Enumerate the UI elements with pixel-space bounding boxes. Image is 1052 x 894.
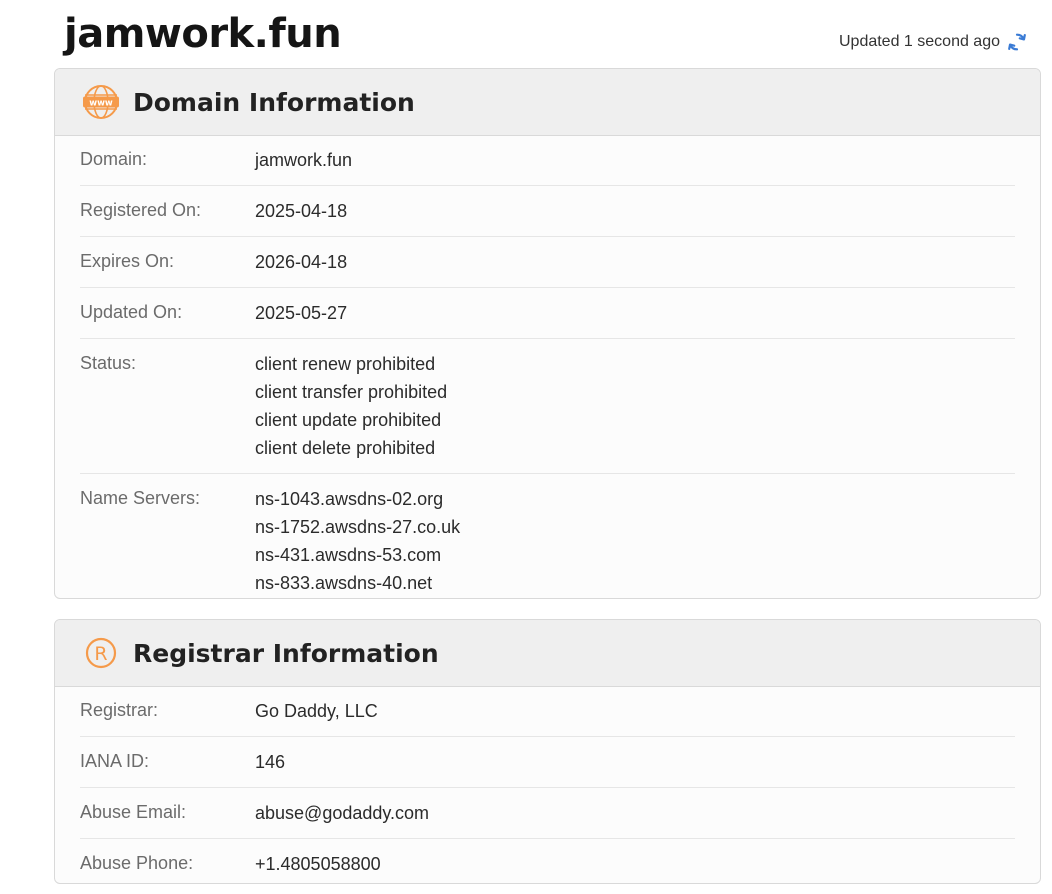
name-server-item: ns-431.awsdns-53.com <box>255 545 442 565</box>
field-value: 146 <box>255 752 286 772</box>
svg-text:www: www <box>89 99 113 109</box>
page-header: jamwork.fun Updated 1 second ago <box>0 0 1052 68</box>
field-value: abuse@godaddy.com <box>255 803 430 823</box>
registered-trademark-icon: R <box>81 633 121 673</box>
name-server-list: ns-1043.awsdns-02.org ns-1752.awsdns-27.… <box>255 485 460 597</box>
field-label: Registrar: <box>80 700 159 720</box>
status-item: client renew prohibited <box>255 354 436 374</box>
field-label: Abuse Phone: <box>80 853 194 873</box>
page-title: jamwork.fun <box>64 11 342 57</box>
status-item: client delete prohibited <box>255 438 436 458</box>
field-value: Go Daddy, LLC <box>255 701 378 721</box>
row-name-servers: Name Servers: ns-1043.awsdns-02.org ns-1… <box>80 474 1015 598</box>
update-status: Updated 1 second ago <box>839 30 1028 54</box>
row-updated-on: Updated On: 2025-05-27 <box>80 288 1015 339</box>
refresh-icon[interactable] <box>1006 31 1028 53</box>
row-domain: Domain: jamwork.fun <box>80 136 1015 186</box>
field-label: Registered On: <box>80 200 202 220</box>
field-value: 2025-05-27 <box>255 303 348 323</box>
row-iana-id: IANA ID: 146 <box>80 737 1015 788</box>
row-abuse-email: Abuse Email: abuse@godaddy.com <box>80 788 1015 839</box>
row-registered-on: Registered On: 2025-04-18 <box>80 186 1015 237</box>
field-label: Name Servers: <box>80 488 201 508</box>
status-list: client renew prohibited client transfer … <box>255 350 447 462</box>
card-title: Registrar Information <box>133 638 439 668</box>
card-header: R Registrar Information <box>55 620 1040 687</box>
name-server-item: ns-833.awsdns-40.net <box>255 573 433 593</box>
field-value: 2026-04-18 <box>255 252 348 272</box>
registrar-information-card: R Registrar Information Registrar: Go Da… <box>54 619 1041 884</box>
status-item: client update prohibited <box>255 410 442 430</box>
field-label: Status: <box>80 353 137 373</box>
card-title: Domain Information <box>133 87 415 117</box>
name-server-item: ns-1752.awsdns-27.co.uk <box>255 517 461 537</box>
www-globe-icon: www <box>81 82 121 122</box>
field-label: Expires On: <box>80 251 175 271</box>
field-label: IANA ID: <box>80 751 150 771</box>
domain-information-card: www Domain Information Domain: jamwork.f… <box>54 68 1041 599</box>
row-abuse-phone: Abuse Phone: +1.4805058800 <box>80 839 1015 883</box>
field-label: Abuse Email: <box>80 802 187 822</box>
svg-text:R: R <box>94 643 107 665</box>
field-label: Updated On: <box>80 302 183 322</box>
name-server-item: ns-1043.awsdns-02.org <box>255 489 444 509</box>
card-header: www Domain Information <box>55 69 1040 136</box>
field-value: +1.4805058800 <box>255 854 381 874</box>
row-registrar: Registrar: Go Daddy, LLC <box>80 687 1015 737</box>
field-value: jamwork.fun <box>255 150 353 170</box>
row-expires-on: Expires On: 2026-04-18 <box>80 237 1015 288</box>
field-value: 2025-04-18 <box>255 201 348 221</box>
status-item: client transfer prohibited <box>255 382 448 402</box>
row-status: Status: client renew prohibited client t… <box>80 339 1015 474</box>
field-label: Domain: <box>80 149 148 169</box>
updated-text: Updated 1 second ago <box>838 33 1000 50</box>
